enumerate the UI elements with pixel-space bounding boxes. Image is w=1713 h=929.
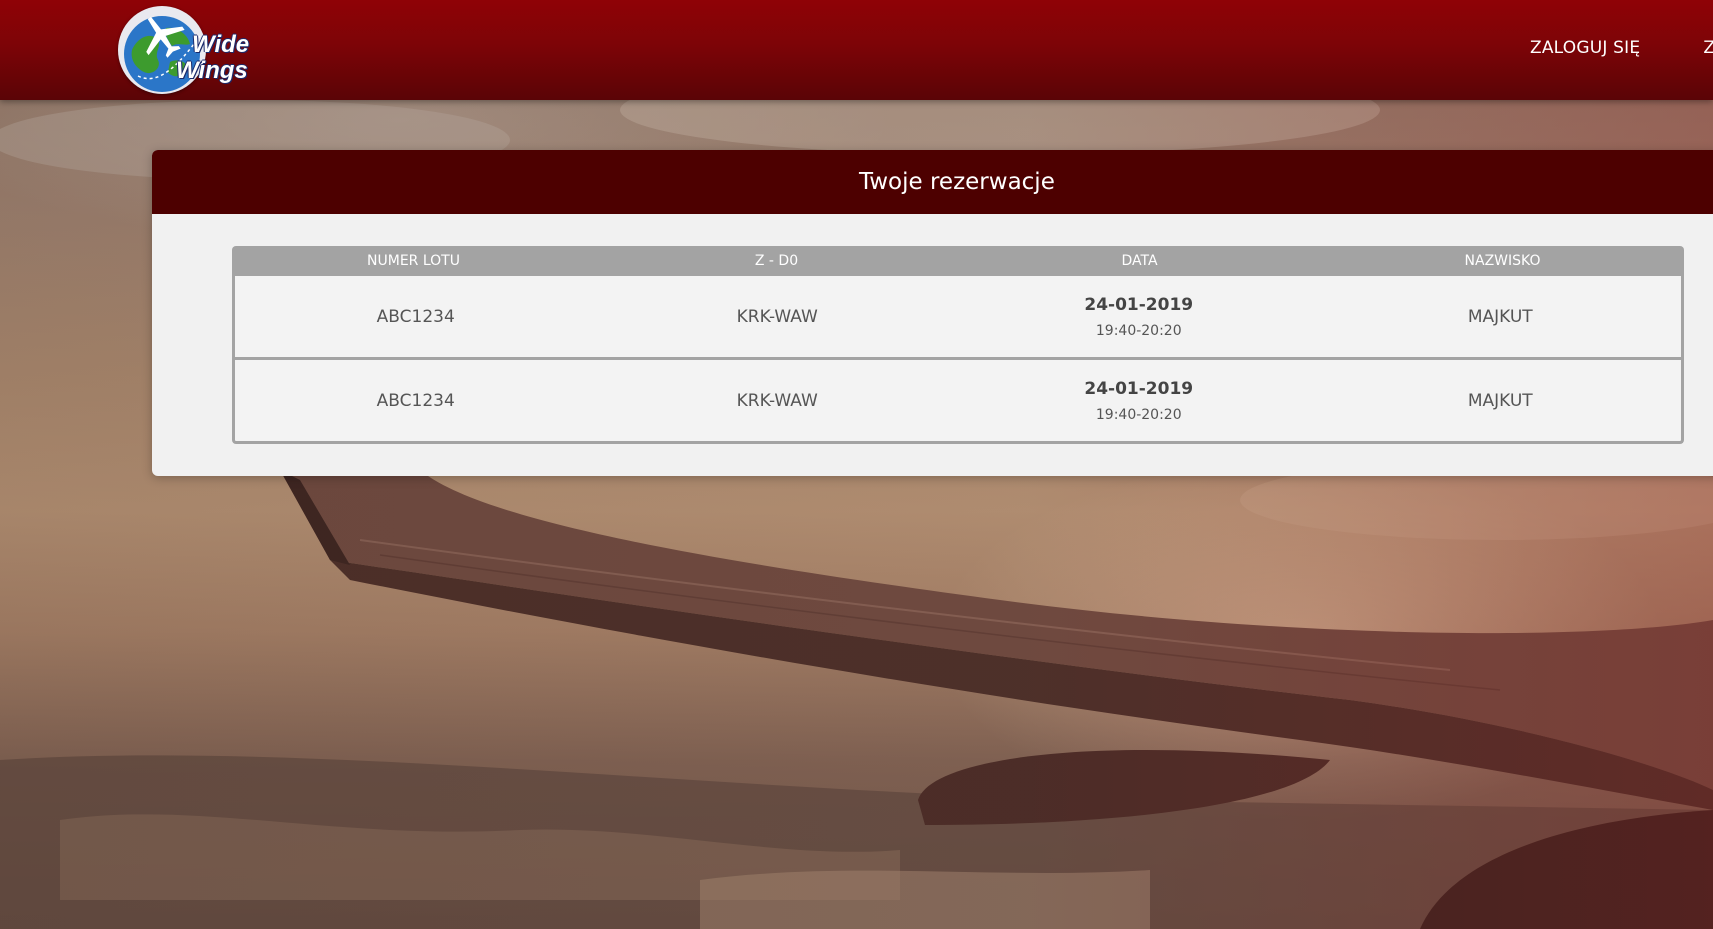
cell-date-day: 24-01-2019: [1084, 294, 1194, 315]
column-header-date: DATA: [1121, 253, 1158, 269]
reservations-table: NUMER LOTU Z - D0 DATA NAZWISKO ABC1234 …: [232, 246, 1684, 444]
reservations-panel: Twoje rezerwacje NUMER LOTU Z - D0 DATA …: [152, 150, 1713, 476]
column-header-route: Z - D0: [754, 253, 799, 269]
table-body: ABC1234 KRK-WAW 24-01-2019 19:40-20:20 M…: [232, 276, 1684, 444]
brand-name-line2: Wings: [176, 57, 248, 84]
cell-route: KRK-WAW: [736, 306, 818, 327]
cell-route: KRK-WAW: [736, 390, 818, 411]
nav-menu: ZALOGUJ SIĘ Z: [1530, 38, 1713, 58]
cell-date: 24-01-2019 19:40-20:20: [958, 295, 1320, 339]
cell-flight-number: ABC1234: [376, 306, 455, 327]
table-row[interactable]: ABC1234 KRK-WAW 24-01-2019 19:40-20:20 M…: [235, 276, 1681, 357]
top-navbar: Wide Wings ZALOGUJ SIĘ Z: [0, 0, 1713, 100]
nav-register-link[interactable]: Z: [1703, 38, 1713, 58]
brand-name-line1: Wide: [192, 31, 250, 58]
brand-logo[interactable]: Wide Wings: [118, 6, 268, 96]
brand-name: Wide Wings: [176, 32, 249, 84]
column-header-surname: NAZWISKO: [1464, 253, 1541, 269]
cell-date: 24-01-2019 19:40-20:20: [958, 379, 1320, 423]
table-row[interactable]: ABC1234 KRK-WAW 24-01-2019 19:40-20:20 M…: [235, 357, 1681, 441]
cell-date-time: 19:40-20:20: [1095, 406, 1182, 423]
cell-date-day: 24-01-2019: [1084, 378, 1194, 399]
page: Wide Wings ZALOGUJ SIĘ Z Twoje rezerwacj…: [0, 0, 1713, 929]
cell-surname: MAJKUT: [1467, 306, 1533, 327]
column-header-flight-number: NUMER LOTU: [367, 253, 460, 269]
table-header: NUMER LOTU Z - D0 DATA NAZWISKO: [232, 246, 1684, 276]
cell-date-time: 19:40-20:20: [1095, 322, 1182, 339]
nav-login-link[interactable]: ZALOGUJ SIĘ: [1530, 38, 1640, 58]
cell-surname: MAJKUT: [1467, 390, 1533, 411]
cell-flight-number: ABC1234: [376, 390, 455, 411]
panel-title: Twoje rezerwacje: [152, 150, 1713, 214]
